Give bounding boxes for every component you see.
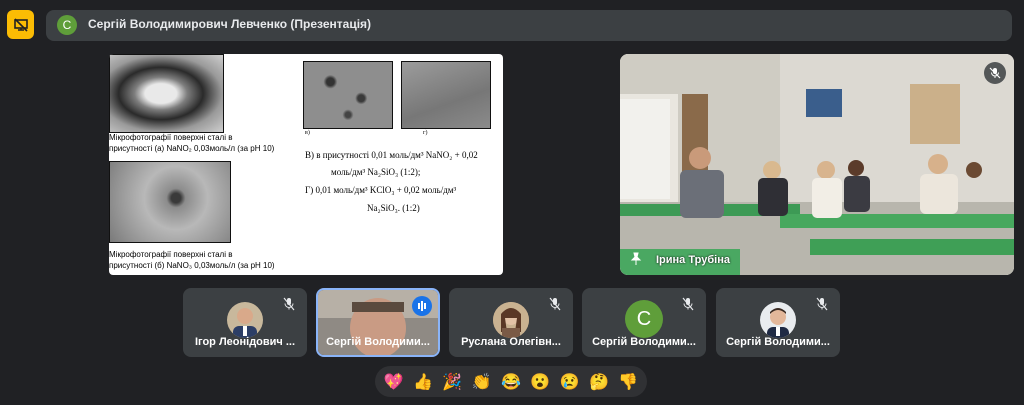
caption-a-line2: присутності (а) NaNO₂ 0,03моль/л (за рН … <box>109 144 275 153</box>
mic-off-icon <box>989 67 1001 79</box>
desc-line4: Na₂SiO₃. (1:2) <box>367 203 420 213</box>
mic-off-icon <box>279 294 299 314</box>
avatar <box>227 302 263 338</box>
desc-line1: В) в присутності 0,01 моль/дм³ NaNO₂ + 0… <box>305 150 478 160</box>
caption-a-line1: Мікрофотографії поверхні сталі в <box>109 133 233 142</box>
mic-off-icon <box>678 294 698 314</box>
reaction-thumbs-down-button[interactable]: 👎 <box>616 372 640 392</box>
reaction-heart-button[interactable]: 💖 <box>382 372 406 392</box>
desc-line3: Г) 0,01 моль/дм³ KClO₃ + 0,02 моль/дм³ <box>305 185 457 195</box>
presentation-title: Сергій Володимирович Левченко (Презентац… <box>88 17 372 31</box>
reaction-party-button[interactable]: 🎉 <box>440 372 464 392</box>
presenter-avatar: С <box>57 15 77 35</box>
reaction-laugh-button[interactable]: 😂 <box>499 372 523 392</box>
pin-icon[interactable] <box>629 252 643 271</box>
avatar <box>493 302 529 338</box>
reaction-thinking-button[interactable]: 🤔 <box>587 372 611 392</box>
reaction-clap-button[interactable]: 👏 <box>470 372 494 392</box>
reaction-thumbs-up-button[interactable]: 👍 <box>411 372 435 392</box>
mic-off-icon <box>812 294 832 314</box>
avatar <box>760 302 796 338</box>
participant-tile[interactable]: Сергій Володими... <box>716 288 840 357</box>
participant-name: Ігор Леонідович ... <box>194 336 296 348</box>
participant-name: Сергій Володими... <box>326 336 430 348</box>
avatar: С <box>625 300 663 338</box>
reactions-bar: 💖 👍 🎉 👏 😂 😮 😢 🤔 👎 <box>375 366 647 397</box>
classroom-video <box>620 54 1014 275</box>
label-v: в) <box>305 130 310 136</box>
reaction-sad-button[interactable]: 😢 <box>558 372 582 392</box>
micrograph-a <box>109 54 224 133</box>
caption-b-line1: Мікрофотографії поверхні сталі в <box>109 250 233 259</box>
reaction-surprised-button[interactable]: 😮 <box>528 372 552 392</box>
micrograph-g <box>401 61 491 129</box>
label-g: г) <box>423 130 428 136</box>
video-tile-classroom[interactable]: Ірина Трубіна <box>620 54 1014 275</box>
room-mic-off-indicator <box>984 62 1006 84</box>
participant-name: Руслана Олегівн... <box>461 336 561 348</box>
micrograph-v <box>303 61 393 129</box>
desc-line2: моль/дм³ Na₂SiO₃ (1:2); <box>331 167 421 177</box>
participant-tile[interactable]: Руслана Олегівн... <box>449 288 573 357</box>
caption-b-line2: присутності (б) NaNO₃ 0,03моль/л (за рН … <box>109 261 275 270</box>
participant-tile[interactable]: С Сергій Володими... <box>582 288 706 357</box>
participant-name: Сергій Володими... <box>592 336 696 348</box>
stop-presenting-button[interactable] <box>7 10 34 39</box>
presentation-slide: Мікрофотографії поверхні сталі в присутн… <box>109 54 503 275</box>
participant-tile-active-speaker[interactable]: Сергій Володими... <box>316 288 440 357</box>
mic-off-icon <box>545 294 565 314</box>
micrograph-b <box>109 161 231 243</box>
presentation-off-icon <box>13 17 28 32</box>
participant-name: Сергій Володими... <box>726 336 830 348</box>
speaking-indicator-icon <box>412 296 432 316</box>
room-participant-name: Ірина Трубіна <box>656 254 730 266</box>
participant-tile[interactable]: Ігор Леонідович ... <box>183 288 307 357</box>
